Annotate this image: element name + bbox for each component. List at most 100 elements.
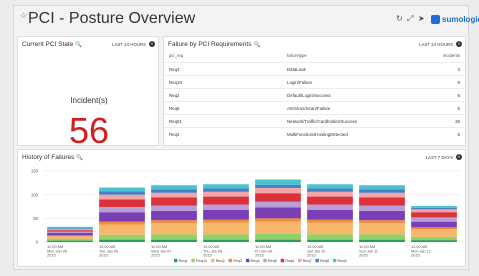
bar-segment: [255, 193, 301, 202]
legend-swatch: [245, 258, 250, 263]
bar-segment: [307, 191, 353, 197]
bar-segment: [203, 234, 249, 240]
bar-segment: [359, 239, 405, 242]
bar-segment: [203, 191, 249, 197]
bar-segment: [255, 179, 301, 185]
bar-segment: [151, 205, 197, 211]
legend-swatch: [211, 258, 215, 263]
info-icon[interactable]: i: [456, 154, 462, 160]
cell-incidents: 9: [457, 80, 460, 85]
x-tick-label: 12:00 AM Mon Jan 05 2015: [47, 245, 67, 258]
bar-segment: [99, 212, 145, 222]
cell-failuretype: MultiFunctionsHostingDetected: [287, 132, 348, 137]
bar-segment: [99, 239, 145, 242]
incident-count: 56: [68, 110, 110, 151]
bar-segment: [411, 212, 457, 218]
current-pci-state-panel: Current PCI State 🔍 LAST 24 HOURS i Incid…: [17, 36, 159, 151]
y-tick-label: 50: [33, 216, 38, 221]
cell-pci-req: Req2: [169, 132, 180, 137]
page-title: PCI - Posture Overview: [28, 10, 196, 27]
time-range-label: LAST 24 HOURS: [419, 42, 453, 47]
bar-segment: [99, 224, 145, 235]
column-header-incidents[interactable]: incidents: [443, 53, 460, 58]
bar-segment: [411, 229, 457, 237]
bar-segment: [151, 197, 197, 206]
bar-segment: [255, 201, 301, 208]
cell-failuretype: AntiVirus/Scan/Failure: [287, 106, 331, 111]
cell-failuretype: Default/Login/Success: [287, 93, 331, 98]
bar-segment: [47, 238, 93, 241]
bar-segment: [47, 228, 93, 230]
fullscreen-icon[interactable]: ⤢: [407, 14, 413, 24]
legend-label: Req2: [216, 259, 225, 263]
bar-segment: [203, 204, 249, 210]
panel-title[interactable]: Current PCI State 🔍: [22, 41, 82, 48]
legend-swatch: [332, 258, 337, 263]
cell-incidents: 6: [457, 93, 460, 98]
bar-segment: [203, 188, 249, 192]
table-row: Req2 MultiFunctionsHostingDetected 8: [164, 127, 465, 140]
failure-by-requirements-panel: Failure by PCI Requirements 🔍 LAST 24 HOU…: [163, 36, 466, 146]
table-row: Req01 Network/Traffic/Cardholder/Success…: [164, 114, 465, 127]
bar-segment: [99, 199, 145, 207]
panel-title-text: History of Failures: [22, 154, 75, 161]
bar-segment: [359, 220, 405, 224]
star-icon[interactable]: ☆: [20, 11, 27, 20]
cell-pci-req: Req2: [169, 93, 180, 98]
panel-title-text: Current PCI State: [22, 41, 74, 48]
legend-label: Req1: [179, 259, 188, 263]
bar-segment: [47, 236, 93, 239]
legend-label: Req5: [268, 259, 277, 263]
bar-segment: [47, 233, 93, 236]
bar-segment: [99, 191, 145, 195]
table-row: Req2 Default/Login/Success 6: [164, 88, 465, 101]
refresh-icon[interactable]: ↻: [396, 14, 403, 23]
search-icon[interactable]: 🔍: [76, 155, 83, 161]
bar-segment: [47, 240, 93, 242]
x-tick-label: 12:00 AM Sun Jan 11 2015: [359, 245, 378, 258]
bar-segment: [411, 209, 457, 213]
x-tick-label: 12:00 AM Wed Jan 07 2015: [151, 245, 171, 258]
share-icon[interactable]: ➤: [418, 14, 425, 23]
panel-title-text: Failure by PCI Requirements: [168, 41, 252, 48]
x-tick-label: 12:00 AM Fri Jan 09 2015: [255, 245, 272, 258]
info-icon[interactable]: i: [149, 41, 155, 47]
cell-failuretype: Login/Failure: [287, 80, 313, 85]
bar-segment: [255, 218, 301, 222]
cell-pci-req: Req01: [169, 119, 182, 124]
x-tick-label: 12:00 AM Sat Jan 10 2015: [307, 245, 325, 258]
bar-segment: [307, 204, 353, 210]
bar-segment: [307, 239, 353, 242]
bar-segment: [255, 207, 301, 219]
bar-segment: [307, 188, 353, 192]
column-header-pci-req[interactable]: pci_req: [169, 53, 183, 58]
legend-swatch: [174, 258, 178, 263]
time-range-label: LAST 7 DAYS: [425, 155, 453, 160]
x-tick-label: 12:00 AM Tue Jan 06 2015: [99, 245, 118, 258]
bar-segment: [411, 221, 457, 228]
bar-segment: [151, 185, 197, 190]
bar-segment: [203, 219, 249, 223]
bar-segment: [99, 187, 145, 192]
legend-label: Req7: [303, 259, 312, 263]
cell-incidents: 28: [455, 119, 460, 124]
x-tick-label: 12:00 AM Thu Jan 08 2015: [203, 245, 222, 258]
bar-segment: [411, 236, 457, 241]
legend-swatch: [191, 258, 195, 263]
search-icon[interactable]: 🔍: [75, 42, 82, 48]
panel-title[interactable]: History of Failures 🔍: [22, 154, 83, 161]
bar-segment: [151, 192, 197, 198]
bar-segment: [151, 220, 197, 224]
bar-segment: [99, 194, 145, 200]
panel-title[interactable]: Failure by PCI Requirements 🔍: [168, 41, 260, 48]
bar-segment: [47, 229, 93, 231]
bar-segment: [307, 219, 353, 223]
bar-segment: [203, 239, 249, 242]
legend-label: Req9: [338, 259, 347, 263]
legend-label: Req6: [285, 259, 294, 263]
bar-segment: [359, 197, 405, 206]
bar-segment: [151, 223, 197, 235]
search-icon[interactable]: 🔍: [253, 42, 260, 48]
info-icon[interactable]: i: [456, 41, 462, 47]
column-header-failuretype[interactable]: failuretype: [287, 53, 307, 58]
